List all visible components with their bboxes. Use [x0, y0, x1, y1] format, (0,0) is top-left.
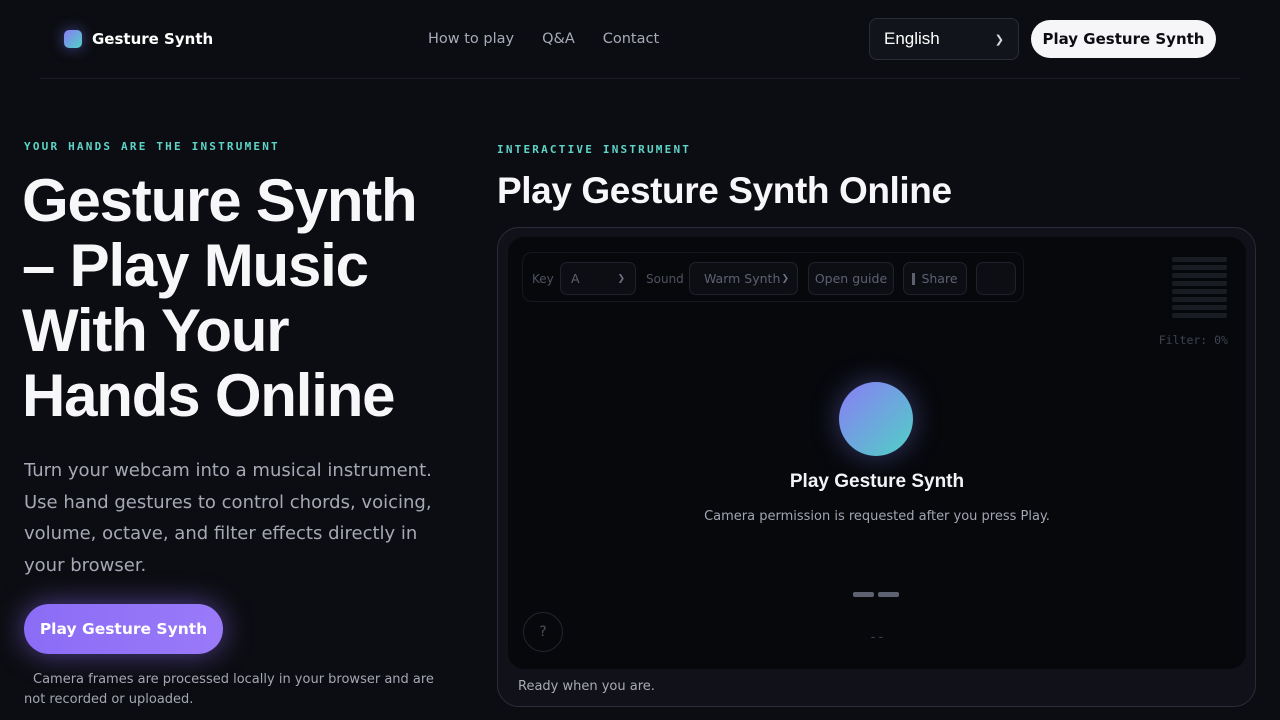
key-select-value: A	[571, 271, 580, 286]
play-heading: Play Gesture Synth	[789, 471, 965, 492]
privacy-note: Camera frames are processed locally in y…	[24, 672, 434, 707]
camera-permission-note: Camera permission is requested after you…	[704, 509, 1050, 524]
key-label: Key	[532, 272, 554, 286]
language-select-value: English	[884, 29, 940, 48]
instrument-stage: Key A ❯ Sound Warm Synth ❯ Open guide Sh…	[508, 237, 1246, 669]
chevron-down-icon: ❯	[994, 33, 1004, 46]
level-meter-bar	[1172, 257, 1227, 262]
hero-description: Turn your webcam into a musical instrume…	[24, 460, 432, 576]
sound-select[interactable]: Warm Synth ❯	[689, 262, 798, 295]
instrument-title: Play Gesture Synth Online	[497, 170, 952, 211]
instrument-toolbar: Key A ❯ Sound Warm Synth ❯ Open guide Sh…	[522, 252, 1024, 302]
value-readout: --	[869, 630, 885, 645]
level-meter-bar	[1172, 273, 1227, 278]
level-meter-bar	[1172, 281, 1227, 286]
nav-link-how-to-play[interactable]: How to play	[428, 31, 514, 47]
chevron-down-icon: ❯	[617, 273, 625, 284]
play-orb-button[interactable]	[839, 382, 913, 456]
nav-link-qa[interactable]: Q&A	[542, 31, 575, 47]
level-meter-bar	[1172, 297, 1227, 302]
hero-eyebrow: YOUR HANDS ARE THE INSTRUMENT	[24, 140, 280, 153]
instrument-card: Key A ❯ Sound Warm Synth ❯ Open guide Sh…	[497, 227, 1256, 707]
brand[interactable]: Gesture Synth	[64, 30, 213, 48]
hero-play-button[interactable]: Play Gesture Synth	[24, 604, 223, 654]
open-guide-button[interactable]: Open guide	[808, 262, 894, 295]
brand-name: Gesture Synth	[92, 30, 214, 48]
level-meter-bar	[1172, 265, 1227, 270]
sound-label: Sound	[646, 272, 684, 286]
instrument-eyebrow: INTERACTIVE INSTRUMENT	[497, 143, 692, 156]
nav-link-contact[interactable]: Contact	[603, 31, 659, 47]
share-button[interactable]: Share	[903, 262, 967, 295]
toolbar-extra-button[interactable]	[976, 262, 1016, 295]
filter-readout: Filter: 0%	[1158, 333, 1228, 347]
level-meter	[1172, 257, 1227, 321]
level-meter-bar	[1172, 289, 1227, 294]
share-button-label: Share	[921, 271, 958, 286]
share-icon	[912, 272, 916, 285]
language-select[interactable]: English ❯	[869, 18, 1019, 60]
key-select[interactable]: A ❯	[560, 262, 636, 295]
level-meter-bar	[1172, 305, 1227, 310]
main-nav: How to play Q&A Contact	[428, 31, 659, 47]
chord-indicator-dash	[878, 592, 899, 597]
sound-select-value: Warm Synth	[704, 271, 781, 286]
hero-title: Gesture Synth – Play Music With Your Han…	[22, 167, 418, 429]
header-play-button[interactable]: Play Gesture Synth	[1031, 20, 1216, 58]
chord-indicator-dash	[853, 592, 874, 597]
status-text: Ready when you are.	[518, 679, 655, 694]
chevron-down-icon: ❯	[781, 273, 789, 284]
level-meter-bar	[1172, 313, 1227, 318]
site-header: Gesture Synth How to play Q&A Contact En…	[40, 0, 1240, 79]
brand-logo-icon	[64, 30, 82, 48]
